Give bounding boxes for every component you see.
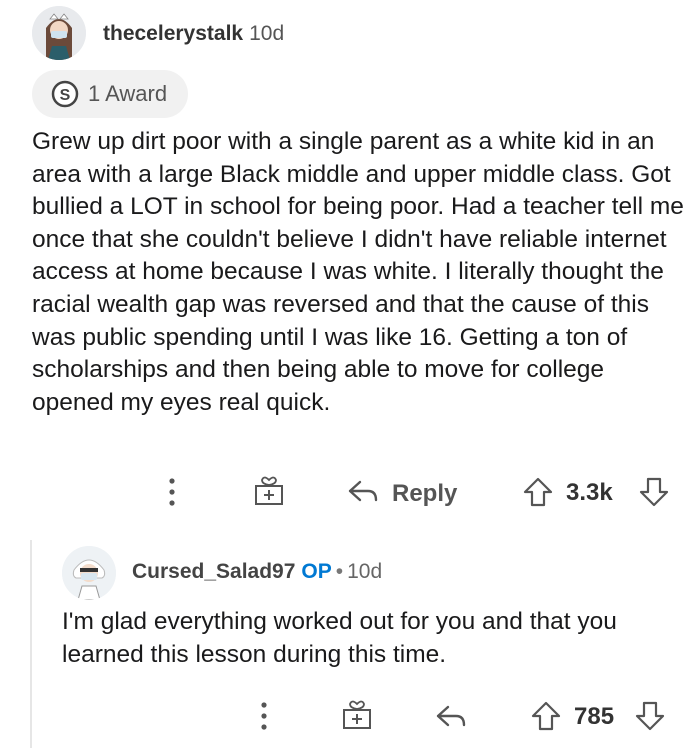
op-badge: OP — [301, 560, 332, 583]
gift-award-icon[interactable] — [252, 474, 286, 513]
reply-body: I'm glad everything worked out for you a… — [62, 608, 617, 668]
award-icon: S — [50, 79, 80, 109]
more-options-icon[interactable] — [258, 700, 270, 737]
svg-text:S: S — [60, 87, 71, 104]
thread-line[interactable] — [30, 540, 32, 748]
reply-author[interactable]: Cursed_Salad97 OP • 10d — [132, 560, 382, 584]
downvote-arrow-icon[interactable] — [634, 700, 666, 737]
separator-dot: • — [335, 560, 344, 583]
reply-arrow-icon — [346, 476, 380, 511]
reply-button[interactable]: Reply — [346, 476, 457, 511]
vote-count: 3.3k — [566, 479, 613, 506]
reply-label: Reply — [392, 479, 458, 507]
comment-age: 10d — [249, 22, 285, 45]
award-pill[interactable]: S 1 Award — [32, 70, 188, 118]
user-avatar[interactable] — [32, 6, 86, 60]
author-name[interactable]: thecelerystalk — [103, 22, 243, 45]
award-label: 1 Award — [88, 81, 168, 106]
upvote-arrow-icon[interactable] — [522, 476, 554, 513]
more-options-icon[interactable] — [166, 476, 178, 513]
gift-award-icon[interactable] — [340, 698, 374, 737]
downvote-arrow-icon[interactable] — [638, 476, 670, 513]
reply-age: 10d — [347, 560, 383, 583]
reply-avatar[interactable] — [62, 546, 116, 600]
comment-author[interactable]: thecelerystalk 10d — [103, 22, 284, 46]
comment-body: Grew up dirt poor with a single parent a… — [32, 128, 684, 416]
reply-arrow-icon[interactable] — [434, 701, 468, 736]
upvote-arrow-icon[interactable] — [530, 700, 562, 737]
reply-author-name[interactable]: Cursed_Salad97 — [132, 560, 295, 583]
vote-count: 785 — [574, 703, 615, 730]
